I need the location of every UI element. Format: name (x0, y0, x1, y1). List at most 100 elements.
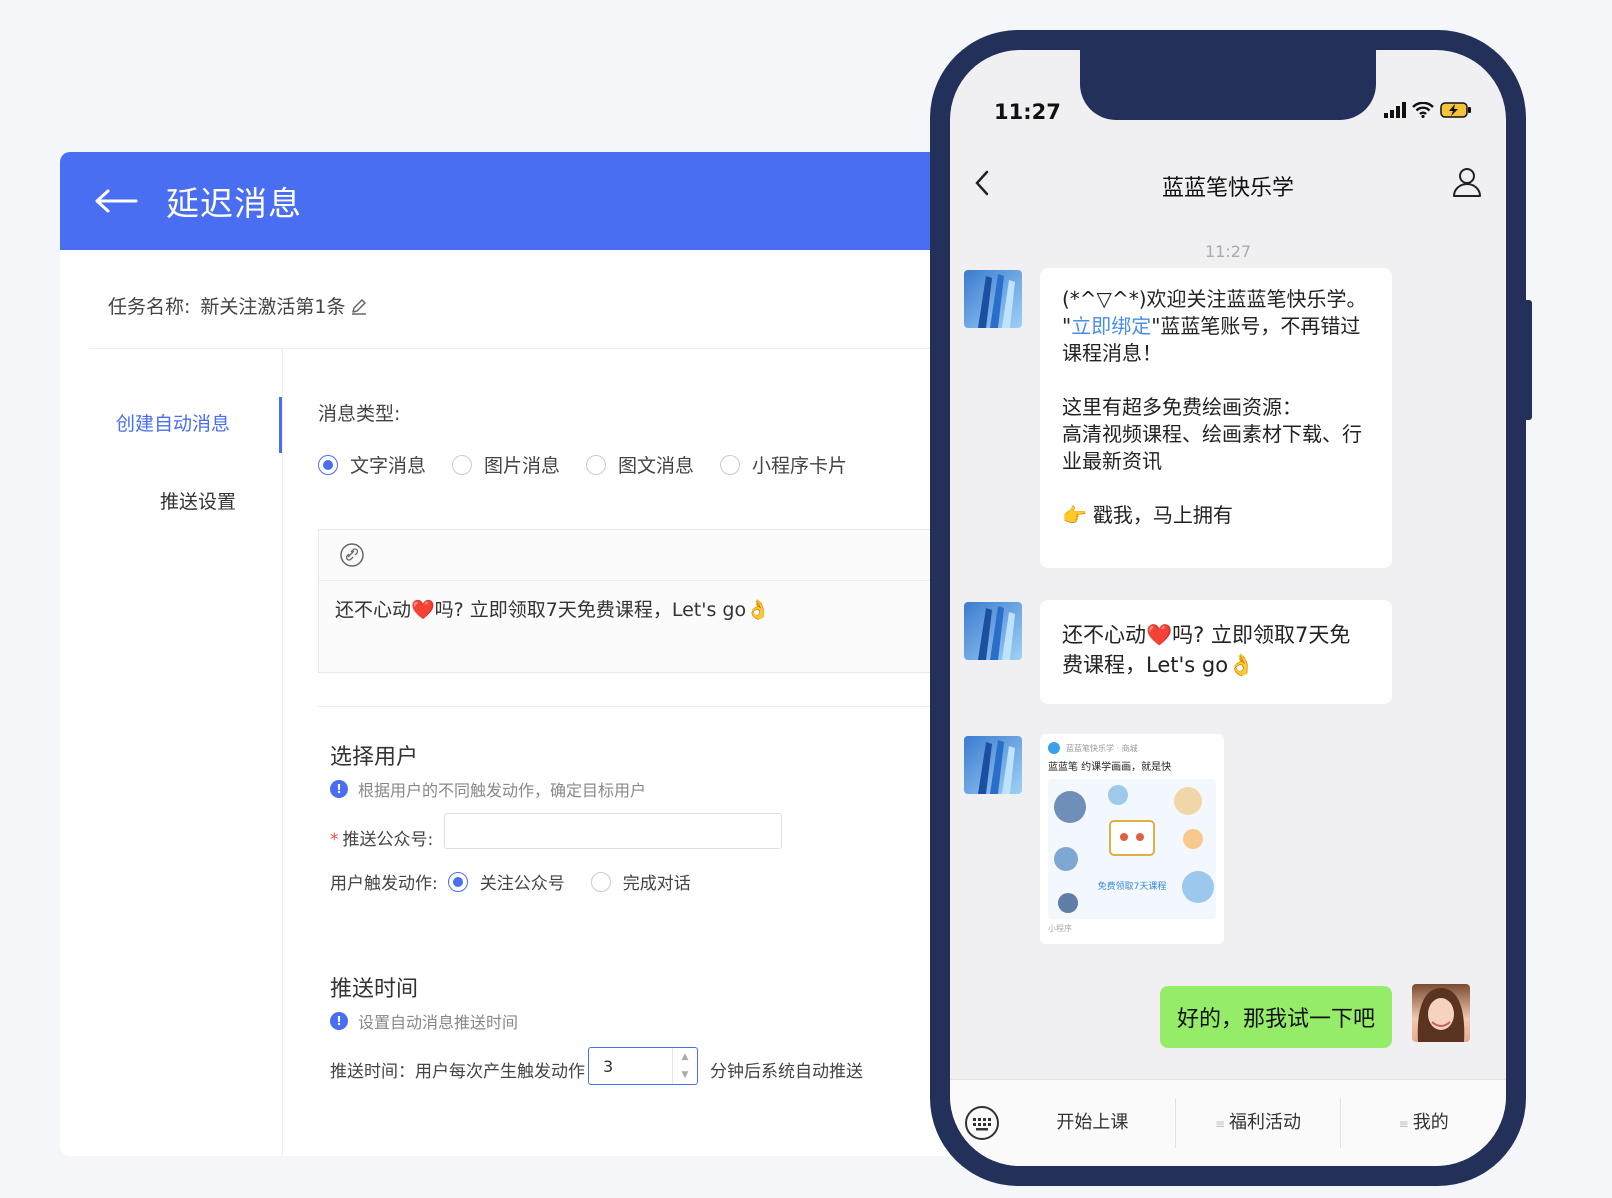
message-editor[interactable]: 还不心动❤️吗? 立即领取7天免费课程，Let's go👌 (318, 529, 960, 673)
user-photo-icon (1417, 988, 1465, 1042)
radio-label: 关注公众号 (479, 874, 565, 894)
phone-notch (1080, 50, 1376, 120)
push-time-title: 推送时间 (330, 977, 419, 1002)
task-name-label: 任务名称: (108, 296, 191, 318)
wifi-icon (1412, 102, 1434, 118)
push-account-input[interactable] (444, 813, 782, 849)
radio-follow-account[interactable]: 关注公众号 (447, 869, 565, 894)
select-users-title: 选择用户 (330, 745, 419, 770)
card-tag: 免费领取7天课程 (1097, 882, 1167, 892)
mini-program-card[interactable]: 蓝蓝笔快乐学 · 商城 蓝蓝笔 约课学画画，就是快 免费领取7天课程 小程序 (1040, 734, 1224, 944)
chat-bubble-welcome: (*^▽^*)欢迎关注蓝蓝笔快乐学。 "立即绑定"蓝蓝笔账号，不再错过课程消息！… (1040, 268, 1392, 568)
info-icon: ! (330, 1012, 348, 1030)
account-avatar (964, 602, 1022, 660)
radio-button[interactable] (590, 871, 611, 892)
radio-button[interactable] (586, 454, 607, 475)
divider (318, 706, 960, 707)
radio-image-message[interactable]: 图片消息 (452, 451, 560, 478)
push-time-label: 推送时间：用户每次产生触发动作 (330, 1062, 585, 1082)
bind-account-link[interactable]: 立即绑定 (1071, 314, 1151, 338)
chevron-down-icon[interactable]: ▼ (673, 1066, 697, 1084)
cta-text[interactable]: 戳我，马上拥有 (1093, 502, 1233, 529)
cartoon-illustration-icon (1054, 785, 1214, 913)
delay-message-panel: 延迟消息 任务名称: 新关注激活第1条 创建自动消息 推送设置 消息类型: 文字… (60, 152, 960, 1156)
pointing-hand-icon: 👉 (1062, 503, 1087, 527)
back-arrow-icon[interactable] (94, 189, 138, 213)
menu-icon: ≡ (1398, 1117, 1409, 1131)
card-image: 免费领取7天课程 (1048, 779, 1216, 919)
chat-header: 蓝蓝笔快乐学 (950, 158, 1506, 218)
status-time: 11:27 (994, 100, 1061, 124)
signal-icon (1384, 102, 1406, 118)
resources-line: 这里有超多免费绘画资源： (1062, 395, 1302, 419)
chat-bubble-reply: 好的，那我试一下吧 (1160, 986, 1392, 1048)
message-timestamp: 11:27 (1204, 242, 1252, 261)
chevron-up-icon[interactable]: ▲ (673, 1048, 697, 1066)
radio-mini-program-card[interactable]: 小程序卡片 (720, 451, 847, 478)
hint-text: 设置自动消息推送时间 (358, 1013, 519, 1032)
profile-icon[interactable] (1452, 166, 1482, 198)
chat-title: 蓝蓝笔快乐学 (1161, 176, 1294, 201)
radio-label: 文字消息 (350, 455, 427, 477)
bind-line: "立即绑定"蓝蓝笔账号，不再错过课程消息！ (1062, 313, 1370, 367)
card-source: 蓝蓝笔快乐学 · 商城 (1066, 743, 1138, 753)
keyboard-icon[interactable] (964, 1105, 1000, 1141)
menu-label[interactable]: 福利活动 (1229, 1112, 1301, 1133)
resources-detail: 高清视频课程、绘画素材下载、行业最新资讯 (1062, 422, 1362, 473)
push-account-label: * 推送公众号: (330, 825, 433, 850)
required-mark: * (330, 830, 339, 850)
page-title: 延迟消息 (166, 184, 302, 223)
card-footer: 小程序 (1048, 924, 1072, 933)
radio-label: 图文消息 (618, 455, 695, 477)
radio-button[interactable] (720, 454, 741, 475)
stepper-arrows: ▲ ▼ (672, 1048, 697, 1084)
menu-label[interactable]: 我的 (1413, 1112, 1449, 1133)
pencils-logo-icon (978, 274, 1015, 328)
phone-side-button (1526, 300, 1532, 420)
phone-screen: 11:27 蓝蓝笔快乐学 11:27 (*^▽^*)欢迎关注蓝蓝笔快乐学。 "立… (950, 50, 1506, 1166)
chat-bubble-promo: 还不心动❤️吗? 立即领取7天免费课程，Let's go👌 (1040, 600, 1392, 704)
push-time-hint: ! 设置自动消息推送时间 (330, 1009, 518, 1033)
edit-pencil-icon[interactable] (350, 297, 368, 315)
push-time-suffix: 分钟后系统自动推送 (710, 1062, 863, 1082)
task-name-row: 任务名称: 新关注激活第1条 (108, 292, 368, 319)
pencils-logo-icon (978, 740, 1015, 794)
cta-line[interactable]: 👉 戳我，马上拥有 (1062, 502, 1370, 529)
card-source-row: 蓝蓝笔快乐学 · 商城 (1040, 734, 1224, 756)
sidebar-item-push-settings[interactable]: 推送设置 (160, 487, 236, 514)
radio-text-message[interactable]: 文字消息 (318, 451, 426, 478)
sidebar-item-create-message[interactable]: 创建自动消息 (116, 409, 230, 436)
radio-button[interactable] (318, 454, 338, 475)
radio-button[interactable] (452, 454, 473, 475)
hint-text: 根据用户的不同触发动作，确定目标用户 (358, 781, 647, 800)
message-type-radio-group: 文字消息 图片消息 图文消息 小程序卡片 (318, 451, 873, 478)
task-name-value: 新关注激活第1条 (200, 296, 346, 318)
radio-label: 图片消息 (484, 455, 561, 477)
select-users-hint: ! 根据用户的不同触发动作，确定目标用户 (330, 777, 646, 801)
menu-item-benefits[interactable]: ≡ 福利活动 (1176, 1098, 1342, 1148)
trigger-label: 用户触发动作: (330, 874, 438, 894)
welcome-line: (*^▽^*)欢迎关注蓝蓝笔快乐学。 (1062, 287, 1367, 311)
menu-item-start-class[interactable]: 开始上课 (1010, 1098, 1176, 1148)
link-icon[interactable] (339, 542, 365, 568)
info-icon: ! (330, 780, 348, 798)
settings-sidebar: 创建自动消息 推送设置 (60, 349, 283, 1156)
mini-program-icon (1048, 742, 1060, 754)
sidebar-active-indicator (279, 397, 282, 453)
menu-item-mine[interactable]: ≡ 我的 (1341, 1098, 1506, 1148)
user-avatar (1412, 984, 1470, 1042)
card-title: 蓝蓝笔 约课学画画，就是快 (1048, 762, 1172, 773)
minutes-stepper[interactable]: 3 ▲ ▼ (588, 1047, 698, 1085)
editor-text[interactable]: 还不心动❤️吗? 立即领取7天免费课程，Let's go👌 (319, 581, 960, 636)
radio-label: 完成对话 (622, 874, 691, 894)
pencils-logo-icon (978, 606, 1015, 660)
message-type-label: 消息类型: (318, 403, 401, 425)
form-content: 消息类型: 文字消息 图片消息 图文消息 小程序卡片 还不心动❤️吗? 立即领取… (318, 349, 960, 1156)
radio-button[interactable] (447, 871, 468, 892)
minutes-value[interactable]: 3 (589, 1057, 672, 1076)
trigger-radio-group: 用户触发动作: 关注公众号 完成对话 (330, 869, 717, 894)
status-icons (1384, 102, 1472, 118)
radio-complete-conversation[interactable]: 完成对话 (590, 869, 691, 894)
radio-article-message[interactable]: 图文消息 (586, 451, 694, 478)
battery-charging-icon (1440, 102, 1471, 118)
